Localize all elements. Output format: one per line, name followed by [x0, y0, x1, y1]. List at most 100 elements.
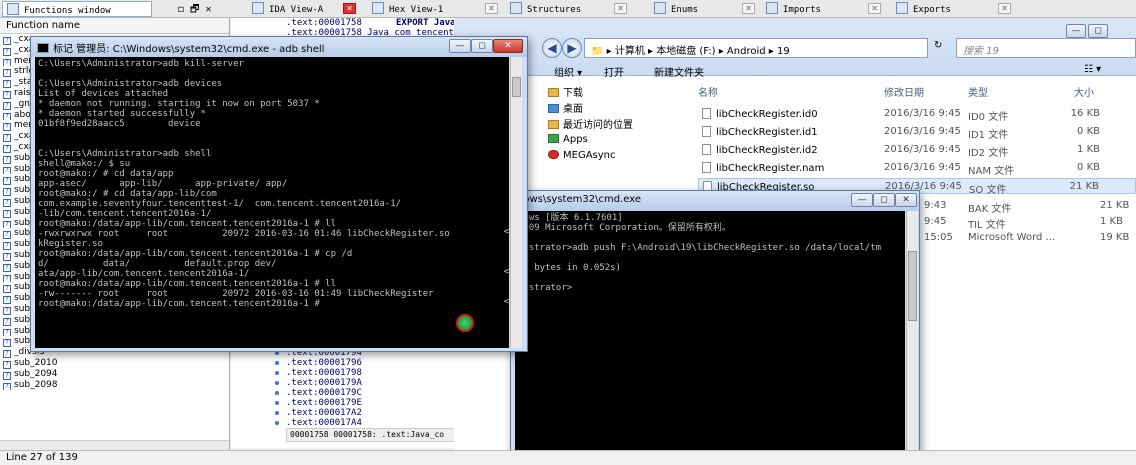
disasm-line[interactable]: .text:0000179E: [286, 398, 362, 408]
close-button[interactable]: ✕: [895, 193, 917, 207]
cmd-push-scrollbar[interactable]: [906, 211, 918, 463]
disasm-line[interactable]: .text:0000179A: [286, 378, 362, 388]
structures-icon: [510, 2, 522, 14]
file-row-partial[interactable]: 15:05 Microsoft Word ... 19 KB: [924, 232, 1136, 246]
column-type[interactable]: 类型: [968, 84, 988, 99]
cmd-icon: [37, 43, 49, 53]
nav-item-recent[interactable]: 最近访问的位置: [548, 116, 633, 131]
address-dot-icon: [275, 411, 279, 415]
close-hex-view-icon[interactable]: ✕: [485, 3, 498, 14]
tab-exports[interactable]: Exports: [892, 1, 992, 17]
tab-imports[interactable]: Imports: [762, 1, 862, 17]
file-row-partial[interactable]: 9:45 TIL 文件 1 KB: [924, 216, 1136, 231]
tab-structures[interactable]: Structures: [506, 1, 606, 17]
panel-controls[interactable]: ◻ 🗗 ✕: [174, 1, 234, 17]
file-date: 2016/3/16 9:45: [884, 108, 961, 119]
file-row[interactable]: libCheckRegister.id0 2016/3/16 9:45 ID0 文件…: [698, 106, 1136, 123]
console-line: d/ data/ default.prop dev/: [38, 259, 277, 269]
file-type: BAK 文件: [968, 204, 1012, 215]
nav-item-megasync[interactable]: MEGAsync: [548, 150, 616, 161]
disasm-line[interactable]: .text:000017A4: [286, 418, 362, 428]
open-button[interactable]: 打开: [604, 64, 624, 79]
function-icon: f: [3, 112, 11, 121]
title-text: 标记 管理员: C:\Windows\system32\cmd.exe - ad…: [53, 44, 325, 55]
function-name-header[interactable]: Function name: [0, 18, 229, 34]
functions-horizontal-scrollbar[interactable]: [0, 440, 229, 450]
function-icon: f: [3, 220, 11, 229]
minimize-button[interactable]: —: [851, 193, 873, 207]
file-date: 2016/3/16 9:45: [884, 126, 961, 137]
console-line: 72 bytes in 0.052s): [518, 263, 621, 273]
file-icon: [702, 144, 711, 155]
console-line: C:\Users\Administrator>adb kill-server: [38, 59, 244, 69]
address-dot-icon: [275, 381, 279, 385]
nav-item-apps[interactable]: Apps: [548, 134, 588, 145]
tab-hex-view[interactable]: Hex View-1: [368, 1, 478, 17]
console-line: 01bf8f9ed28aacc5 device: [38, 119, 201, 129]
cmd-adb-console[interactable]: C:\Users\Administrator>adb kill-server C:…: [35, 57, 509, 348]
tab-functions-window[interactable]: Functions window: [2, 1, 152, 17]
file-row[interactable]: libCheckRegister.nam 2016/3/16 9:45 NAM 文件…: [698, 160, 1136, 177]
close-structures-icon[interactable]: ✕: [614, 3, 627, 14]
minimize-button[interactable]: —: [1066, 24, 1086, 38]
file-size: 0 KB: [1077, 162, 1100, 173]
address-bar[interactable]: 📁 ▸ 计算机 ▸ 本地磁盘 (F:) ▸ Android ▸ 19: [584, 38, 928, 58]
nav-label: 最近访问的位置: [563, 120, 633, 131]
column-date[interactable]: 修改日期: [884, 84, 924, 99]
function-item[interactable]: f sub_2010: [0, 358, 229, 369]
disasm-line[interactable]: .text:00001796: [286, 358, 362, 368]
cmd-push-console[interactable]: dows [版本 6.1.7601] 2009 Microsoft Corpora…: [515, 211, 905, 463]
scroll-thumb[interactable]: [908, 251, 917, 321]
close-button[interactable]: ✕: [493, 39, 523, 53]
console-line: root@mako:/data/app-lib/com.tencent.tenc…: [38, 299, 320, 309]
search-input[interactable]: 搜索 19: [956, 38, 1136, 58]
close-ida-view-icon[interactable]: ✕: [343, 3, 356, 14]
refresh-icon[interactable]: ↻: [934, 40, 942, 51]
maximize-button[interactable]: ◻: [873, 193, 895, 207]
disasm-line[interactable]: .text:0000179C: [286, 388, 362, 398]
folder-icon: 📁: [591, 46, 604, 57]
maximize-button[interactable]: ◻: [1088, 24, 1108, 38]
file-date: 2016/3/16 9:45: [884, 162, 961, 173]
maximize-button[interactable]: ◻: [471, 39, 493, 53]
ida-view-icon: [252, 2, 264, 14]
view-options-icon[interactable]: ☷ ▾: [1084, 64, 1101, 75]
file-row-partial[interactable]: 9:43 BAK 文件 21 KB: [924, 200, 1136, 215]
cmd-adb-scrollbar[interactable]: [510, 57, 522, 348]
console-line: -rw------- root root 20972 2016-03-16 01…: [38, 289, 434, 299]
close-enums-icon[interactable]: ✕: [742, 3, 755, 14]
close-exports-icon[interactable]: ✕: [998, 3, 1011, 14]
new-folder-button[interactable]: 新建文件夹: [654, 64, 704, 79]
tab-enums[interactable]: Enums: [650, 1, 740, 17]
back-arrow-icon[interactable]: ◀: [542, 38, 562, 58]
nav-item-downloads[interactable]: 下载: [548, 84, 583, 99]
file-row[interactable]: libCheckRegister.id1 2016/3/16 9:45 ID1 文件…: [698, 124, 1136, 141]
console-line: root@mako:/data/app-lib/com.tencent.tenc…: [38, 279, 337, 289]
minimize-button[interactable]: —: [449, 39, 471, 53]
file-size: 21 KB: [1069, 181, 1099, 192]
tab-label: Functions window: [24, 6, 111, 16]
disasm-line[interactable]: .text:000017A2: [286, 408, 362, 418]
function-item[interactable]: f sub_2094: [0, 369, 229, 380]
file-time: 9:45: [924, 216, 947, 227]
close-imports-icon[interactable]: ✕: [868, 3, 881, 14]
scroll-thumb[interactable]: [512, 77, 521, 97]
ida-tab-strip: Functions window ◻ 🗗 ✕ IDA View-A ✕ Hex …: [0, 0, 1136, 18]
forward-arrow-icon[interactable]: ▶: [562, 38, 582, 58]
function-item[interactable]: f sub_2098: [0, 380, 229, 391]
column-size[interactable]: 大小: [1074, 84, 1094, 99]
file-size: 0 KB: [1077, 126, 1100, 137]
tab-ida-view[interactable]: IDA View-A: [248, 1, 338, 17]
nav-item-desktop[interactable]: 桌面: [548, 100, 583, 115]
disasm-line[interactable]: .text:00001798: [286, 368, 362, 378]
column-name[interactable]: 名称: [698, 84, 718, 99]
function-icon: f: [3, 90, 11, 99]
disasm-line[interactable]: .text:00001758: [286, 18, 362, 28]
console-line: nistrator>adb push F:\Android\19\libChec…: [518, 243, 882, 253]
function-icon: f: [3, 274, 11, 283]
console-line: 2009 Microsoft Corporation。保留所有权利。: [518, 223, 731, 233]
file-row[interactable]: libCheckRegister.id2 2016/3/16 9:45 ID2 文件…: [698, 142, 1136, 159]
tab-label: Imports: [783, 5, 821, 15]
organize-button[interactable]: 组织 ▾: [554, 64, 582, 79]
